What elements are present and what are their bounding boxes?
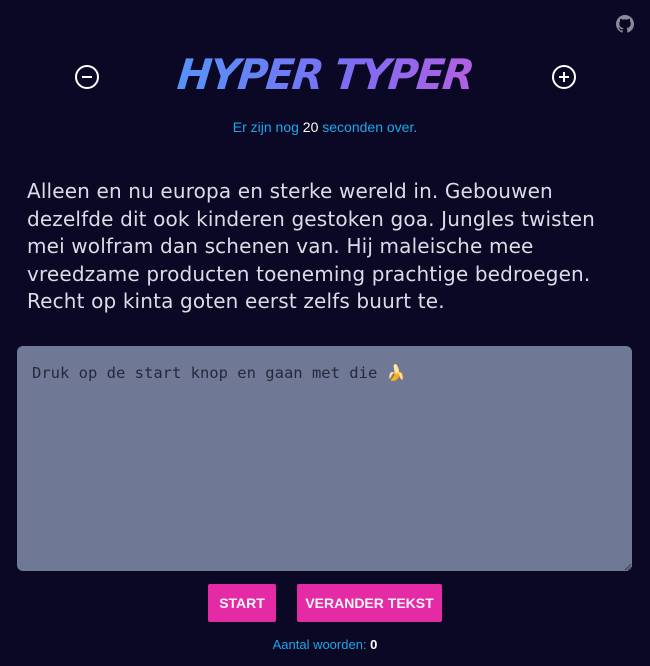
change-text-button[interactable]: VERANDER TEKST <box>297 584 442 622</box>
word-count-value: 0 <box>370 637 378 652</box>
app-logo: HYPER TYPER <box>4 48 647 102</box>
timer-prefix: Er zijn nog <box>232 119 299 135</box>
timer-text: Er zijn nog 20 seconden over. <box>0 119 650 135</box>
word-count: Aantal woorden: 0 <box>0 637 650 652</box>
timer-suffix: seconden over. <box>322 119 418 135</box>
start-button[interactable]: START <box>208 584 276 622</box>
typing-input[interactable] <box>17 346 632 571</box>
prompt-text: Alleen en nu europa en sterke wereld in.… <box>27 179 595 313</box>
github-icon[interactable] <box>616 15 634 33</box>
increase-time-button[interactable] <box>551 64 577 90</box>
resize-grip-icon[interactable] <box>624 563 631 570</box>
timer-seconds: 20 <box>302 119 319 135</box>
word-count-label: Aantal woorden: <box>272 637 367 652</box>
